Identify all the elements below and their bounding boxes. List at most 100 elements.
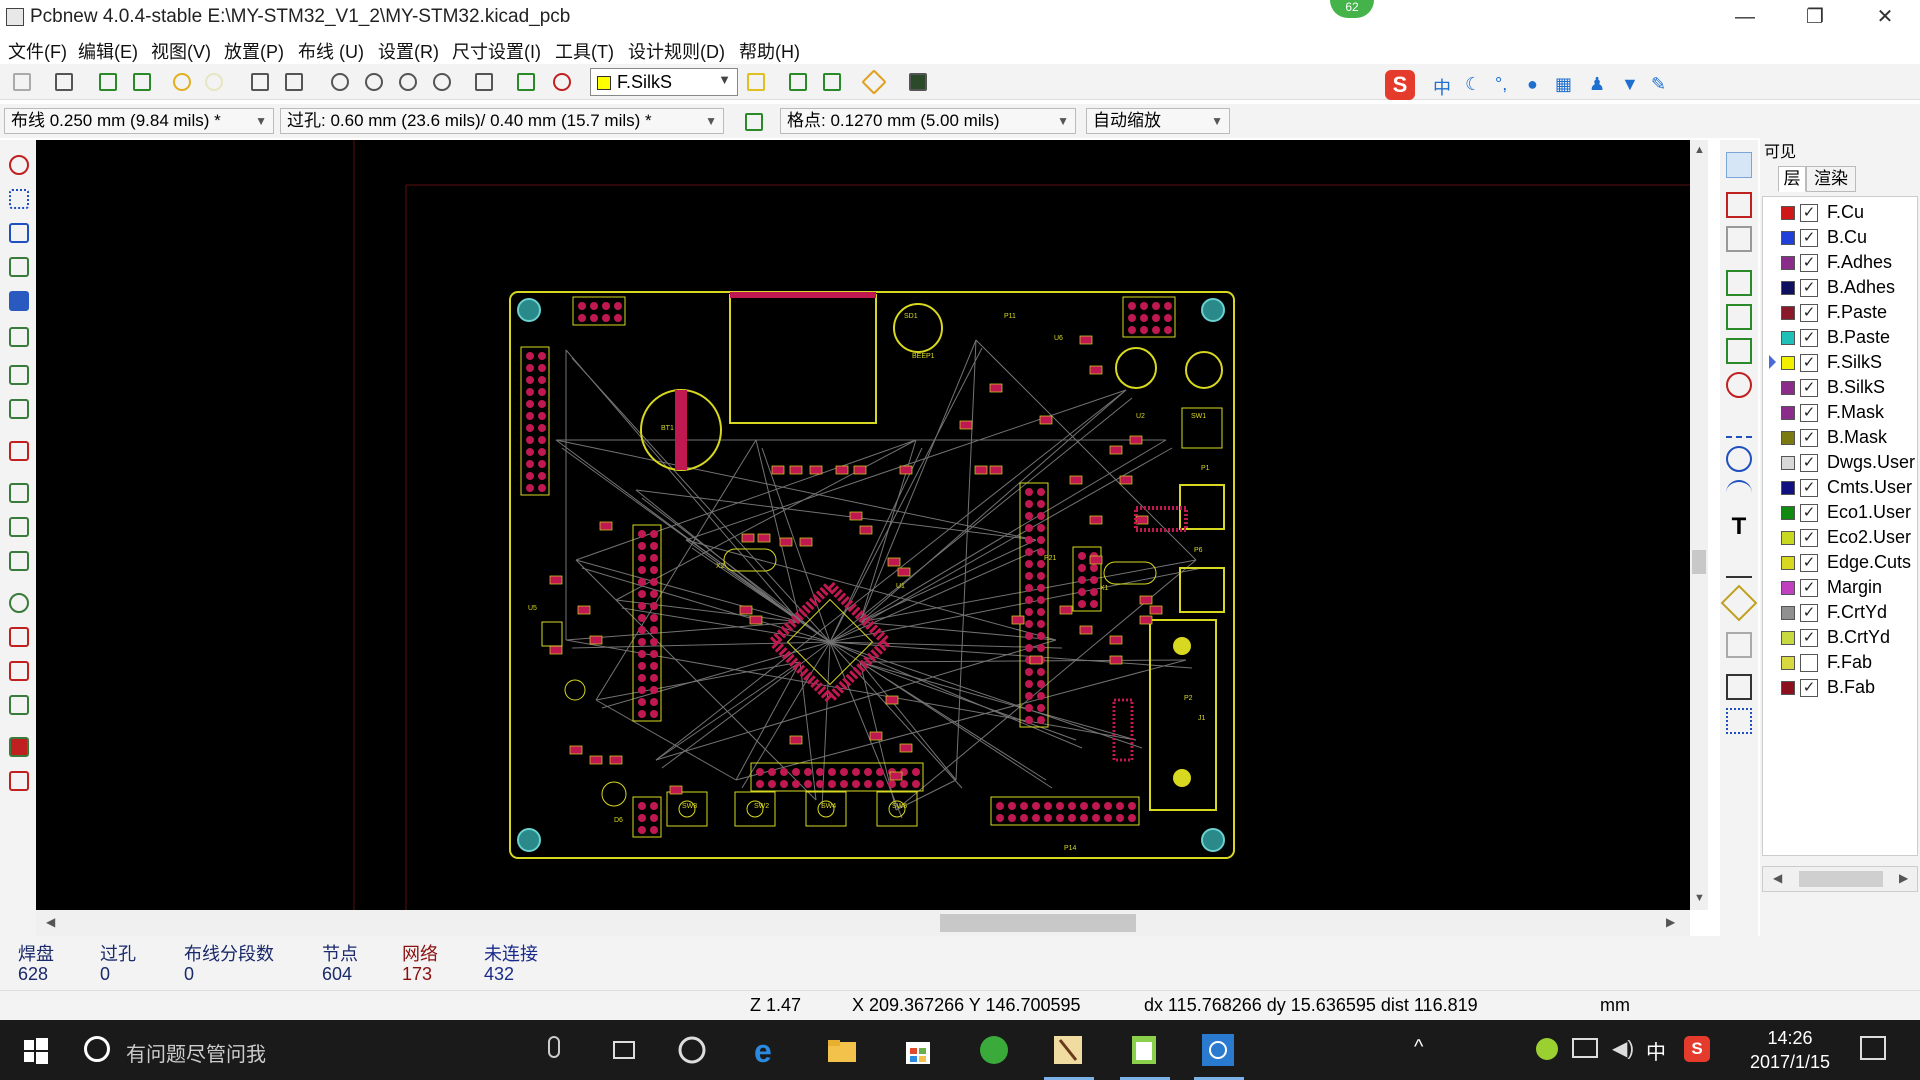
restore-button[interactable]: ❐ (1780, 0, 1850, 34)
layer-color-swatch[interactable] (1781, 306, 1795, 320)
search-box[interactable]: 有问题尽管问我 (126, 1038, 266, 1067)
layer-row-b-adhes[interactable]: ✓ B.Adhes (1763, 276, 1919, 300)
layer-color-swatch[interactable] (1781, 506, 1795, 520)
layer-visibility-checkbox[interactable]: ✓ (1800, 204, 1818, 222)
sogou-logo-icon[interactable]: S (1385, 70, 1415, 100)
graphic-line-icon[interactable] (1726, 412, 1752, 438)
layer-visibility-checkbox[interactable]: ✓ (1800, 604, 1818, 622)
layer-visibility-checkbox[interactable]: ✓ (1800, 629, 1818, 647)
autoplace-icon[interactable] (784, 68, 812, 96)
menu-file[interactable]: 文件(F) (8, 38, 67, 64)
layer-pair-icon[interactable] (742, 68, 770, 96)
layer-color-swatch[interactable] (1781, 681, 1795, 695)
cursor-shape-icon[interactable] (6, 324, 32, 350)
minimize-button[interactable]: — (1710, 0, 1780, 34)
layer-row-edge-cuts[interactable]: ✓ Edge.Cuts (1763, 551, 1919, 575)
horizontal-scrollbar[interactable]: ◀ ▶ (36, 910, 1690, 936)
zoom-fit-icon[interactable] (428, 68, 456, 96)
layer-color-swatch[interactable] (1781, 556, 1795, 570)
start-windows-icon[interactable] (18, 1032, 54, 1068)
ratsnest-icon[interactable] (6, 362, 32, 388)
layer-name[interactable]: B.Paste (1827, 327, 1890, 348)
layer-color-swatch[interactable] (1781, 606, 1795, 620)
zoom-in-icon[interactable] (326, 68, 354, 96)
layer-visibility-checkbox[interactable]: ✓ (1800, 229, 1818, 247)
circle-icon[interactable] (1726, 446, 1752, 472)
wrench-icon[interactable]: ✎ (1651, 74, 1666, 95)
select-arrow-icon[interactable] (1726, 152, 1752, 178)
add-footprint-icon[interactable] (1726, 270, 1752, 296)
vertical-scroll-thumb[interactable] (1692, 550, 1706, 574)
punctuation-icon[interactable]: °, (1495, 74, 1507, 95)
menu-view[interactable]: 视图(V) (151, 38, 211, 64)
layer-visibility-checkbox[interactable]: ✓ (1800, 279, 1818, 297)
menu-edit[interactable]: 编辑(E) (78, 38, 138, 64)
action-center-icon[interactable] (1860, 1036, 1886, 1060)
chevron-right-icon[interactable]: ▶ (1899, 871, 1908, 885)
layer-visibility-checkbox[interactable]: ✓ (1800, 329, 1818, 347)
layer-color-swatch[interactable] (1781, 231, 1795, 245)
skin-icon[interactable]: ▼ (1621, 74, 1639, 95)
tray-security-icon[interactable] (1536, 1038, 1558, 1060)
layer-color-swatch[interactable] (1781, 281, 1795, 295)
pcb-drawing[interactable]: SD1 BT1 P11 P1 P2 P14 P21 SW1 SW2 SW3 SW4 SW5 U1 U2 U5… (36, 140, 1690, 910)
layer-name[interactable]: Dwgs.User (1827, 452, 1915, 473)
zone-outline-icon[interactable] (6, 514, 32, 540)
menu-place[interactable]: 放置(P) (224, 38, 284, 64)
layer-visibility-checkbox[interactable]: ✓ (1800, 579, 1818, 597)
scripting-console-icon[interactable] (904, 68, 932, 96)
drc-icon[interactable] (548, 68, 576, 96)
cortana-icon[interactable] (84, 1036, 110, 1062)
layer-row-dwgs-user[interactable]: ✓ Dwgs.User (1763, 451, 1919, 475)
chevron-left-icon[interactable]: ◀ (46, 915, 55, 929)
layer-color-swatch[interactable] (1781, 406, 1795, 420)
horizontal-scroll-thumb[interactable] (940, 914, 1136, 932)
clock-time[interactable]: 14:26 (1730, 1028, 1850, 1049)
add-zone-icon[interactable] (1726, 338, 1752, 364)
moon-icon[interactable]: ☾ (1465, 74, 1481, 95)
layer-visibility-checkbox[interactable]: ✓ (1800, 304, 1818, 322)
find-icon[interactable] (470, 68, 498, 96)
layer-row-margin[interactable]: ✓ Margin (1763, 576, 1919, 600)
grid-origin-icon[interactable] (1726, 708, 1752, 734)
redo-icon[interactable] (200, 68, 228, 96)
layer-name[interactable]: Eco2.User (1827, 527, 1911, 548)
zoom-select[interactable]: 自动缩放 ▼ (1086, 108, 1230, 134)
layer-visibility-checkbox[interactable]: ✓ (1800, 554, 1818, 572)
load-board-icon[interactable] (94, 68, 122, 96)
route-track-icon[interactable] (1726, 304, 1752, 330)
layer-row-f-paste[interactable]: ✓ F.Paste (1763, 301, 1919, 325)
polar-coords-icon[interactable] (6, 220, 32, 246)
layer-panel-scroll-thumb[interactable] (1799, 871, 1883, 887)
menu-route[interactable]: 布线 (U) (298, 38, 364, 64)
layer-row-f-adhes[interactable]: ✓ F.Adhes (1763, 251, 1919, 275)
network-icon[interactable] (1572, 1038, 1598, 1058)
track-width-select[interactable]: 布线 0.250 mm (9.84 mils) * ▼ (4, 108, 274, 134)
chevron-up-icon[interactable]: ▲ (1694, 144, 1705, 156)
drc-off-icon[interactable] (6, 152, 32, 178)
arc-icon[interactable] (1726, 480, 1752, 506)
chevron-down-icon[interactable]: ▼ (1694, 892, 1705, 904)
layer-name[interactable]: Cmts.User (1827, 477, 1912, 498)
high-contrast-icon[interactable] (6, 692, 32, 718)
menu-design-rules[interactable]: 设计规则(D) (628, 38, 725, 64)
layer-name[interactable]: Margin (1827, 577, 1882, 598)
layer-name[interactable]: B.Fab (1827, 677, 1875, 698)
menu-settings[interactable]: 设置(R) (378, 38, 439, 64)
layer-color-swatch[interactable] (1781, 656, 1795, 670)
pcb-canvas[interactable]: SD1 BT1 P11 P1 P2 P14 P21 SW1 SW2 SW3 SW4 SW5 U1 U2 U5… (36, 140, 1690, 910)
layer-name[interactable]: F.Paste (1827, 302, 1887, 323)
zone-fill-icon[interactable] (6, 548, 32, 574)
layer-visibility-checkbox[interactable]: ✓ (1800, 504, 1818, 522)
units-inch-icon[interactable] (6, 254, 32, 280)
dimension-icon[interactable] (1726, 552, 1752, 578)
undo-icon[interactable] (168, 68, 196, 96)
set-origin-icon[interactable] (1726, 674, 1752, 700)
layer-name[interactable]: F.Mask (1827, 402, 1884, 423)
layer-name[interactable]: B.Adhes (1827, 277, 1895, 298)
plot-icon[interactable] (280, 68, 308, 96)
layer-name[interactable]: B.Cu (1827, 227, 1867, 248)
menu-tools[interactable]: 工具(T) (555, 38, 614, 64)
layer-row-eco1-user[interactable]: ✓ Eco1.User (1763, 501, 1919, 525)
layer-row-f-fab[interactable]: F.Fab (1763, 651, 1919, 675)
